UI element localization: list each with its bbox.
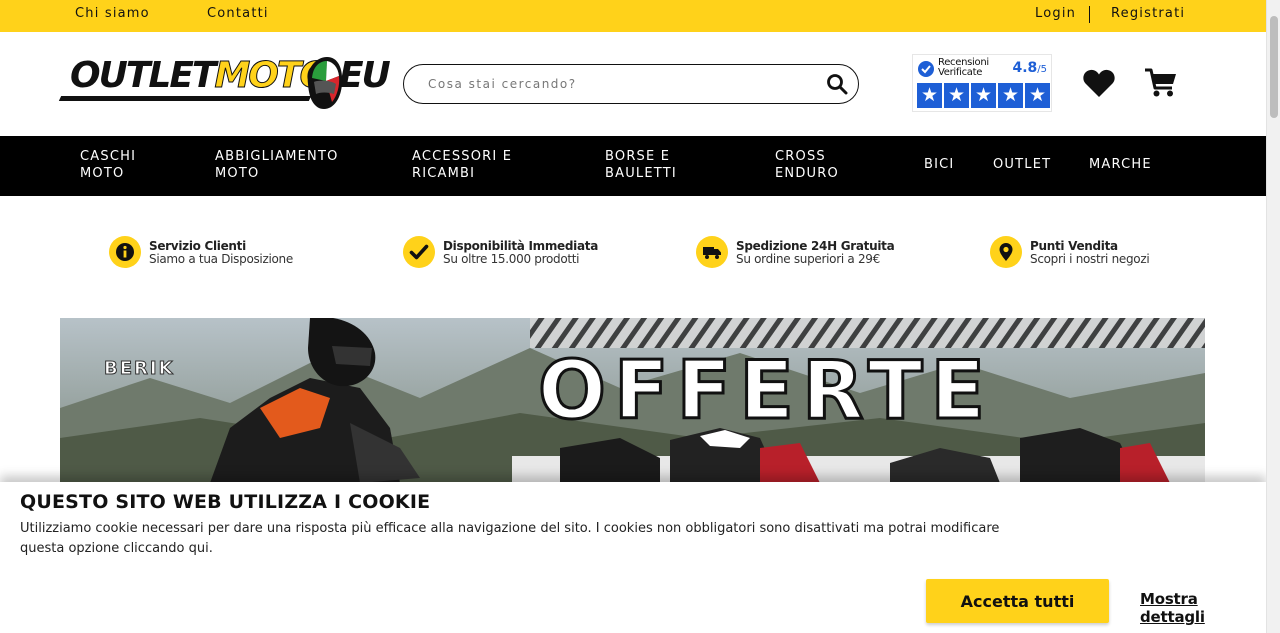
- main-navigation: CASCHI MOTO ABBIGLIAMENTO MOTO ACCESSORI…: [0, 136, 1266, 196]
- logo-text-outlet: OUTLET: [70, 55, 216, 96]
- banner-headline: OFFERTE: [536, 344, 994, 437]
- feature-title: Punti Vendita: [1030, 239, 1118, 253]
- top-bar: Chi siamo Contatti Login Registrati: [0, 0, 1266, 32]
- reviews-title: Recensioni Verificate: [938, 58, 989, 78]
- promo-banner[interactable]: BERIK OFFERTE: [60, 318, 1205, 483]
- reviews-score-max: /5: [1037, 64, 1047, 75]
- login-link[interactable]: Login: [1035, 6, 1076, 21]
- about-link[interactable]: Chi siamo: [75, 6, 150, 21]
- verified-reviews-logo-icon: [918, 61, 934, 77]
- star-icon: ★: [971, 83, 996, 108]
- banner-brand: BERIK: [104, 358, 175, 380]
- feature-subtitle: Su oltre 15.000 prodotti: [443, 252, 580, 266]
- page-scrollbar[interactable]: [1266, 0, 1280, 633]
- truck-icon: [696, 236, 728, 268]
- feature-title: Spedizione 24H Gratuita: [736, 239, 895, 253]
- nav-item-cross-enduro[interactable]: CROSS ENDURO: [775, 148, 839, 182]
- show-details-link[interactable]: Mostra dettagli: [1140, 590, 1266, 626]
- reviews-score-value: 4.8: [1012, 60, 1038, 76]
- nav-item-bici[interactable]: BICI: [924, 156, 954, 173]
- feature-title: Servizio Clienti: [149, 239, 246, 253]
- feature-subtitle: Scopri i nostri negozi: [1030, 252, 1150, 266]
- search-input[interactable]: [428, 74, 808, 94]
- star-icon: ★: [944, 83, 969, 108]
- info-icon: [109, 236, 141, 268]
- cookie-description: Utilizziamo cookie necessari per dare un…: [20, 521, 1000, 556]
- feature-title: Disponibilità Immediata: [443, 239, 598, 253]
- logo-underline: [58, 96, 312, 101]
- check-icon: [403, 236, 435, 268]
- cart-icon[interactable]: [1144, 67, 1178, 99]
- helmet-logo-icon: [307, 57, 343, 109]
- site-logo[interactable]: OUTLETMOTO.EU: [58, 52, 391, 114]
- scrollbar-thumb[interactable]: [1270, 16, 1278, 118]
- nav-item-marche[interactable]: MARCHE: [1089, 156, 1152, 173]
- nav-item-outlet[interactable]: OUTLET: [993, 156, 1051, 173]
- nav-item-accessori-ricambi[interactable]: ACCESSORI E RICAMBI: [412, 148, 512, 182]
- search-icon[interactable]: [826, 73, 848, 95]
- nav-item-borse-bauletti[interactable]: BORSE E BAULETTI: [605, 148, 677, 182]
- star-icon: ★: [1025, 83, 1050, 108]
- register-link[interactable]: Registrati: [1111, 6, 1185, 21]
- nav-item-caschi-moto[interactable]: CASCHI MOTO: [80, 148, 136, 182]
- reviews-title-line2: Verificate: [938, 67, 983, 78]
- location-icon: [990, 236, 1022, 268]
- reviews-score: 4.8/5: [1012, 60, 1047, 76]
- cookie-title: QUESTO SITO WEB UTILIZZA I COOKIE: [20, 491, 431, 513]
- star-icon: ★: [998, 83, 1023, 108]
- feature-subtitle: Su ordine superiori a 29€: [736, 252, 880, 266]
- contacts-link[interactable]: Contatti: [207, 6, 269, 21]
- cookie-banner: QUESTO SITO WEB UTILIZZA I COOKIE Utiliz…: [0, 482, 1266, 633]
- topbar-divider: [1089, 6, 1090, 23]
- search-bar: [403, 64, 859, 104]
- feature-subtitle: Siamo a tua Disposizione: [149, 252, 293, 266]
- heart-icon[interactable]: [1082, 67, 1116, 99]
- nav-item-abbigliamento-moto[interactable]: ABBIGLIAMENTO MOTO: [215, 148, 339, 182]
- reviews-stars: ★ ★ ★ ★ ★: [917, 83, 1050, 108]
- verified-reviews-badge[interactable]: Recensioni Verificate 4.8/5 ★ ★ ★ ★ ★: [912, 54, 1052, 112]
- star-icon: ★: [917, 83, 942, 108]
- accept-all-button[interactable]: Accetta tutti: [926, 579, 1109, 623]
